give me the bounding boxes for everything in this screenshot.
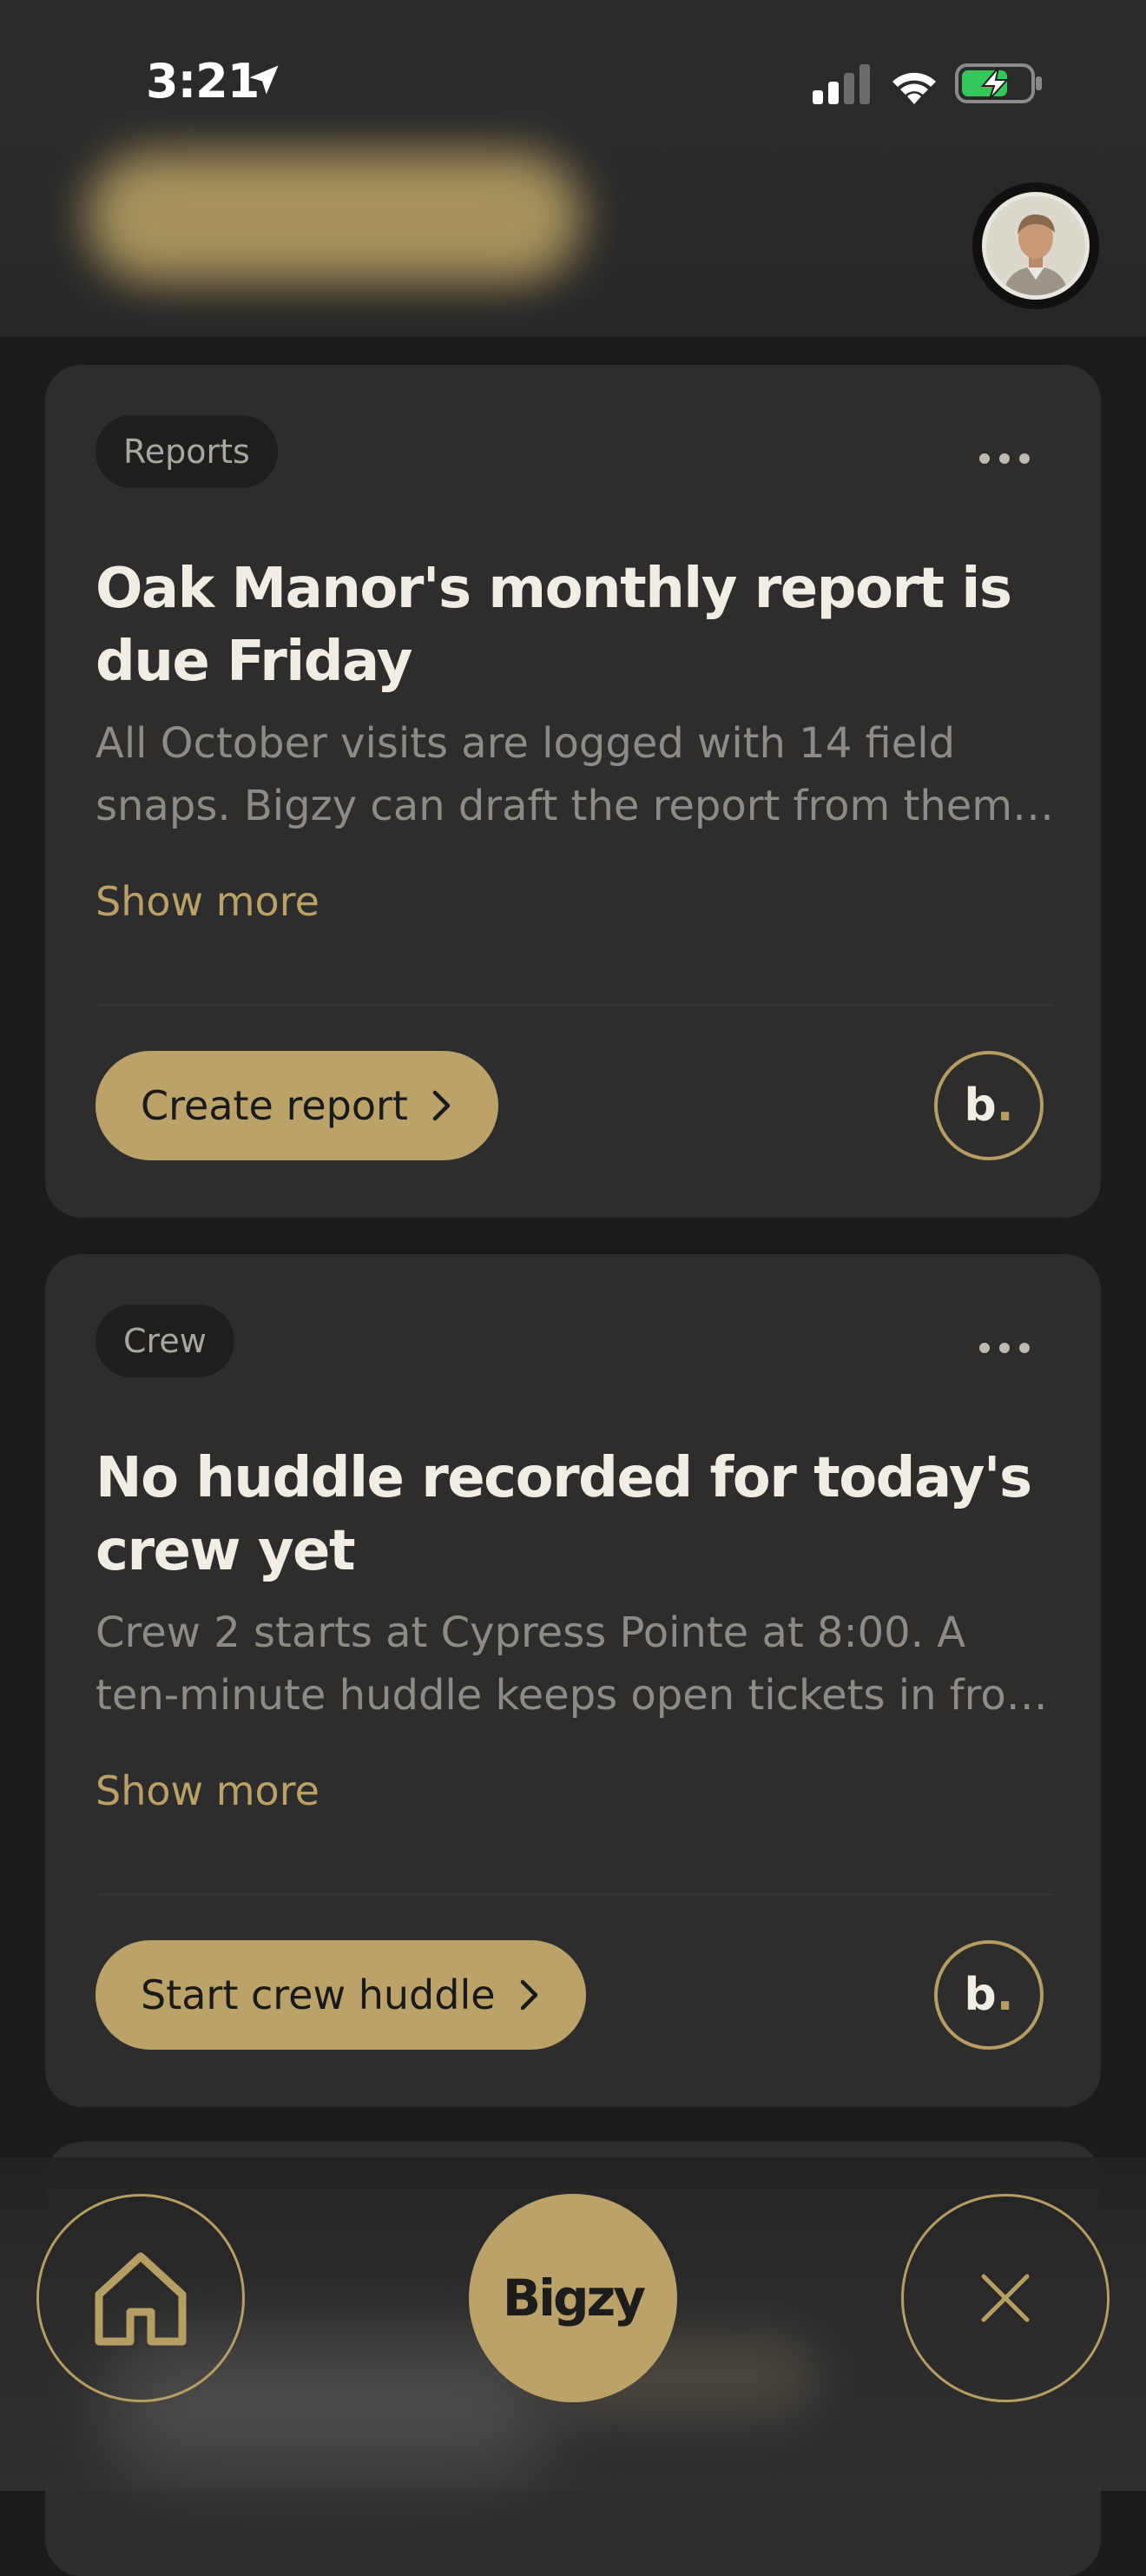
home-icon — [95, 2252, 187, 2346]
card-body: All October visits are logged with 14 fi… — [96, 719, 1055, 830]
card-body: Crew 2 starts at Cypress Pointe at 8:00.… — [96, 1608, 1048, 1720]
cta-label: Create report — [141, 1082, 408, 1129]
battery-charging-icon — [955, 63, 1042, 103]
category-tag: Crew — [96, 1305, 234, 1377]
chevron-right-icon — [432, 1090, 451, 1121]
home-button[interactable] — [36, 2194, 245, 2402]
show-more-link[interactable]: Show more — [96, 1765, 319, 1817]
status-time: 3:21 — [146, 54, 260, 109]
bigzy-badge[interactable]: b. — [934, 1940, 1044, 2050]
divider — [96, 1893, 1052, 1895]
profile-avatar[interactable] — [972, 182, 1099, 309]
bigzy-badge[interactable]: b. — [934, 1051, 1044, 1160]
location-arrow-icon — [249, 65, 279, 95]
more-dots-icon[interactable] — [978, 1341, 1031, 1355]
badge-dot: . — [996, 1969, 1014, 2021]
header-title-blur — [87, 152, 582, 282]
close-button[interactable] — [901, 2194, 1110, 2402]
insight-card: Crew No huddle recorded for today's crew… — [45, 1254, 1101, 2107]
category-tag: Reports — [96, 415, 278, 488]
start-crew-huddle-button[interactable]: Start crew huddle — [96, 1940, 586, 2050]
card-title: Oak Manor's monthly report is due Friday — [96, 557, 1012, 694]
avatar-photo — [982, 192, 1090, 300]
create-report-button[interactable]: Create report — [96, 1051, 498, 1160]
bigzy-label: Bigzy — [502, 2269, 646, 2328]
card-title: No huddle recorded for today's crew yet — [96, 1446, 1032, 1583]
wifi-icon — [892, 72, 936, 104]
chevron-right-icon — [520, 1979, 537, 2011]
app-header: 3:21 — [0, 0, 1146, 337]
badge-letter: b — [964, 1080, 997, 1132]
cellular-signal-icon — [813, 64, 870, 104]
badge-dot: . — [996, 1080, 1014, 1132]
divider — [96, 1004, 1052, 1006]
close-icon — [981, 2274, 1030, 2322]
badge-letter: b — [964, 1969, 997, 2021]
more-dots-icon[interactable] — [978, 452, 1031, 466]
insight-card: Reports Oak Manor's monthly report is du… — [45, 365, 1101, 1218]
show-more-link[interactable]: Show more — [96, 875, 319, 928]
bigzy-button[interactable]: Bigzy — [469, 2194, 677, 2402]
avatar-portrait — [986, 196, 1085, 295]
cta-label: Start crew huddle — [141, 1972, 496, 2018]
